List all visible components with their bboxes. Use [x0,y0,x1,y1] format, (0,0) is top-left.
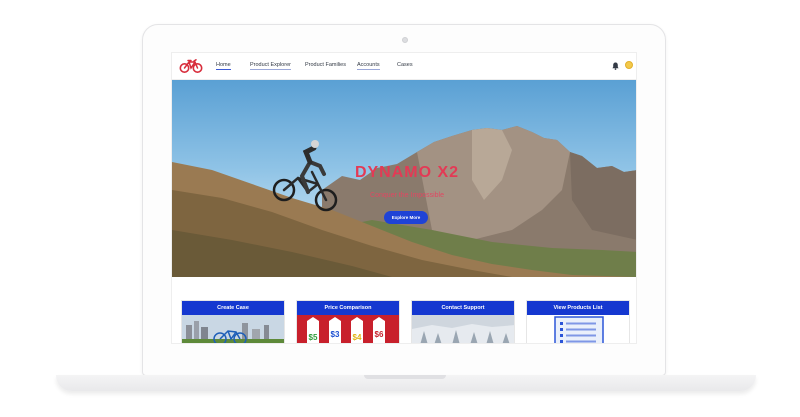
top-navigation-bar: Home Product Explorer Product Families A… [172,53,636,80]
nav-home[interactable]: Home [216,62,231,70]
browser-screen: Home Product Explorer Product Families A… [171,52,637,344]
bell-icon[interactable] [612,62,619,70]
tile-price-comparison[interactable]: Price Comparison $5 $3 $4 $6 [296,300,400,343]
tile-create-case-image [182,315,284,343]
webcam [402,37,408,43]
hero-banner: DYNAMO X2 Conquer the Impossible Explore… [172,80,636,277]
hero-title: DYNAMO X2 [354,164,460,181]
tile-contact-support[interactable]: Contact Support [411,300,515,343]
hero-subtitle: Conquer the Impossible [370,192,444,199]
tile-create-case[interactable]: Create Case [181,300,285,343]
price-tag-2: $3 [331,330,340,339]
tile-view-products-list-image [527,315,629,343]
price-tag-3: $4 [353,333,362,342]
nav-accounts[interactable]: Accounts [357,62,380,70]
user-avatar[interactable] [625,61,633,69]
bicycle-logo-icon[interactable] [179,58,203,74]
tile-price-comparison-title: Price Comparison [297,301,399,315]
laptop-base-notch [364,375,446,379]
price-tag-4: $6 [375,330,384,339]
nav-product-families[interactable]: Product Families [305,62,346,68]
mountain-biker [272,140,338,212]
tile-contact-support-title: Contact Support [412,301,514,315]
nav-product-explorer[interactable]: Product Explorer [250,62,291,70]
explore-more-button[interactable]: Explore More [384,211,428,224]
tile-price-comparison-image: $5 $3 $4 $6 [297,315,399,343]
tile-create-case-title: Create Case [182,301,284,315]
nav-cases[interactable]: Cases [397,62,413,68]
tile-view-products-list-title: View Products List [527,301,629,315]
price-tag-1: $5 [309,333,318,342]
tile-contact-support-image [412,315,514,343]
tile-view-products-list[interactable]: View Products List [526,300,630,343]
